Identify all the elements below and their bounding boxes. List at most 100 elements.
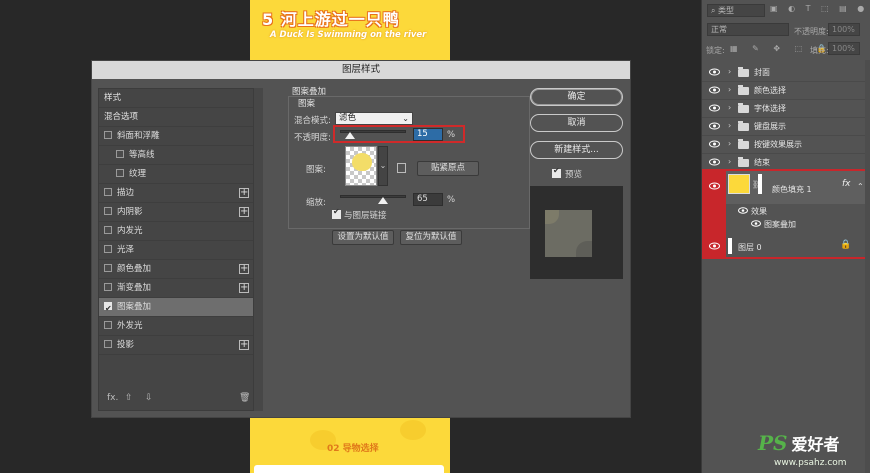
style-checkbox[interactable] (104, 320, 112, 329)
styles-scrollbar[interactable] (254, 88, 263, 411)
style-item[interactable]: 颜色叠加 + (99, 260, 253, 279)
chevron-down-icon: ⌄ (402, 114, 409, 123)
style-checkbox[interactable] (116, 168, 124, 177)
layer-group-row[interactable]: › 字体选择 (702, 100, 870, 118)
snap-origin-button[interactable]: 贴紧原点 (417, 161, 479, 176)
layer-group-name: 封面 (754, 68, 770, 77)
artwork-title: 5 河上游过一只鸭 (262, 10, 400, 29)
style-item[interactable]: 投影 + (99, 336, 253, 355)
scale-input[interactable]: 65 (413, 193, 443, 206)
style-item[interactable]: 等高线 (99, 146, 253, 165)
style-item[interactable]: 描边 + (99, 184, 253, 203)
add-icon[interactable]: + (239, 264, 249, 274)
style-item[interactable]: 内阴影 + (99, 203, 253, 222)
style-item[interactable]: 斜面和浮雕 (99, 127, 253, 146)
styles-toolbar: fx. ⇧ ⇩ 🗑 (99, 390, 253, 410)
scale-slider-thumb[interactable] (377, 197, 388, 204)
chevron-right-icon[interactable]: › (728, 121, 731, 130)
trash-icon[interactable]: 🗑 (239, 393, 250, 403)
styles-list: 样式混合选项斜面和浮雕等高线纹理描边 + 内阴影 + 内发光光泽颜色叠加 + 渐变叠加 + 图案… (98, 88, 254, 411)
style-item[interactable]: 光泽 (99, 241, 253, 260)
eye-icon[interactable] (709, 182, 720, 190)
style-item[interactable]: 样式 (99, 89, 253, 108)
chevron-right-icon[interactable]: › (728, 85, 731, 94)
ok-button[interactable]: 确定 (530, 88, 623, 106)
style-item[interactable]: 图案叠加 (99, 298, 253, 318)
eye-icon[interactable] (709, 242, 720, 250)
preview-checkbox[interactable] (552, 166, 561, 178)
style-checkbox[interactable] (104, 225, 112, 234)
layer-mask-thumbnail[interactable] (758, 174, 762, 194)
eye-icon[interactable] (709, 140, 720, 148)
scale-slider[interactable] (340, 195, 406, 198)
style-checkbox[interactable] (104, 299, 112, 318)
eye-icon[interactable] (709, 122, 720, 130)
style-checkbox[interactable] (104, 263, 112, 272)
chevron-up-icon[interactable]: ⌃ (857, 182, 864, 191)
chevron-right-icon[interactable]: › (728, 139, 731, 148)
layers-scrollbar[interactable] (865, 60, 870, 473)
eye-icon[interactable] (709, 86, 720, 94)
link-with-layer-checkbox[interactable] (332, 207, 341, 219)
pattern-swatch[interactable] (345, 146, 377, 186)
cancel-button[interactable]: 取消 (530, 114, 623, 132)
eye-icon[interactable] (709, 158, 720, 166)
add-icon[interactable]: + (239, 207, 249, 217)
layer-group-row[interactable]: › 颜色选择 (702, 82, 870, 100)
selected-layer-name: 颜色填充 1 (772, 185, 812, 194)
eye-icon[interactable] (709, 68, 720, 76)
style-item-label: 渐变叠加 (117, 283, 152, 293)
eye-icon[interactable] (751, 220, 761, 227)
arrow-up-icon[interactable]: ⇧ (125, 393, 133, 403)
pattern-picker-dropdown[interactable]: ⌄ (378, 146, 388, 186)
chevron-right-icon[interactable]: › (728, 103, 731, 112)
fill-layer-thumbnail[interactable] (728, 174, 750, 194)
add-icon[interactable]: + (239, 283, 249, 293)
style-item[interactable]: 混合选项 (99, 108, 253, 127)
chevron-right-icon[interactable]: › (728, 157, 731, 166)
arrow-down-icon[interactable]: ⇩ (145, 393, 153, 403)
fill-input[interactable]: 100% (828, 42, 860, 55)
style-item[interactable]: 内发光 (99, 222, 253, 241)
add-icon[interactable]: + (239, 340, 249, 350)
style-checkbox[interactable] (104, 130, 112, 139)
style-item[interactable]: 纹理 (99, 165, 253, 184)
eye-icon[interactable] (738, 207, 748, 214)
layer-opacity-input[interactable]: 100% (828, 23, 860, 36)
layer-thumbnail[interactable] (728, 238, 732, 254)
style-checkbox[interactable] (104, 339, 112, 348)
style-item[interactable]: 渐变叠加 + (99, 279, 253, 298)
chevron-right-icon[interactable]: › (728, 67, 731, 76)
set-default-button[interactable]: 设置为默认值 (332, 230, 394, 245)
style-checkbox[interactable] (116, 149, 124, 158)
layer-style-dialog: 图层样式 样式 混合选项 斜面和浮雕 等高线 纹理 描边 + 内阴影 + 内发光 光泽 颜色叠加 + 渐变… (91, 60, 631, 418)
effect-pattern-overlay[interactable]: 图案叠加 (764, 219, 796, 230)
fx-icon[interactable]: fx (842, 179, 851, 189)
folder-icon (738, 67, 749, 77)
style-checkbox[interactable] (104, 282, 112, 291)
effects-label: 效果 (751, 207, 767, 216)
add-icon[interactable]: + (239, 188, 249, 198)
style-checkbox[interactable] (104, 187, 112, 196)
fx-icon[interactable]: fx. (107, 393, 118, 403)
blend-mode-select[interactable]: 滤色 ⌄ (335, 112, 413, 125)
style-item-label: 光泽 (117, 245, 135, 255)
layer-filter-select[interactable]: ⌕ 类型 (707, 4, 765, 17)
style-checkbox[interactable] (104, 244, 112, 253)
layer-group-row[interactable]: › 封面 (702, 64, 870, 82)
layer-group-row[interactable]: › 键盘展示 (702, 118, 870, 136)
blend-mode-dropdown[interactable]: 正常 (707, 23, 789, 36)
style-item[interactable]: 外发光 (99, 317, 253, 336)
filter-icons[interactable]: ▣ ◐ T ⬚ ▤ ● (770, 4, 868, 13)
new-style-button[interactable]: 新建样式... (530, 141, 623, 159)
opacity-slider-thumb[interactable] (344, 132, 355, 139)
dialog-title[interactable]: 图层样式 (92, 61, 630, 79)
eye-icon[interactable] (709, 104, 720, 112)
opacity-input[interactable]: 15 (413, 128, 443, 141)
reset-default-button[interactable]: 复位为默认值 (400, 230, 462, 245)
layers-panel: ⌕ 类型 ▣ ◐ T ⬚ ▤ ● 正常 不透明度: 100% 锁定: ▦ ✎ ✥… (701, 0, 870, 473)
new-preset-icon[interactable] (397, 163, 406, 173)
style-checkbox[interactable] (104, 206, 112, 215)
layer-group-row[interactable]: › 按键效果展示 (702, 136, 870, 154)
layer-0-name: 图层 0 (738, 243, 762, 252)
